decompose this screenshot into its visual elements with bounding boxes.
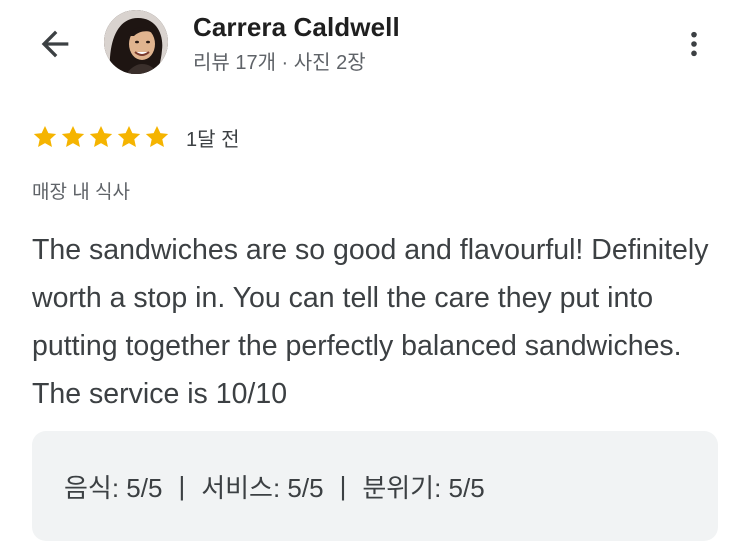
star-icon bbox=[61, 125, 85, 147]
arrow-back-icon bbox=[41, 30, 69, 58]
review-time: 1달 전 bbox=[186, 128, 240, 151]
more-vert-icon bbox=[691, 31, 697, 57]
star-icon bbox=[89, 125, 113, 147]
attribute-ratings: 음식: 5/5 | 서비스: 5/5 | 분위기: 5/5 bbox=[64, 468, 485, 505]
separator: | bbox=[339, 470, 347, 501]
reviewer-meta: 리뷰 17개 · 사진 2장 bbox=[193, 52, 366, 74]
review-header: Carrera Caldwell 리뷰 17개 · 사진 2장 bbox=[0, 0, 750, 90]
more-options-button[interactable] bbox=[678, 22, 710, 66]
star-rating bbox=[32, 124, 170, 150]
rating-row: 1달 전 bbox=[32, 121, 239, 153]
star-icon bbox=[33, 125, 57, 147]
food-rating: 음식: 5/5 bbox=[64, 472, 163, 503]
star-icon bbox=[145, 125, 169, 147]
star-icon bbox=[117, 125, 141, 147]
service-rating: 서비스: 5/5 bbox=[201, 472, 324, 503]
attribute-ratings-box: 음식: 5/5 | 서비스: 5/5 | 분위기: 5/5 bbox=[32, 431, 718, 541]
reviewer-photo bbox=[104, 10, 168, 74]
reviewer-name[interactable]: Carrera Caldwell bbox=[193, 12, 400, 43]
avatar[interactable] bbox=[104, 10, 168, 74]
back-button[interactable] bbox=[30, 22, 80, 66]
review-text: The sandwiches are so good and flavourfu… bbox=[32, 234, 709, 410]
separator: | bbox=[178, 470, 186, 501]
dine-type-label: 매장 내 식사 bbox=[32, 182, 130, 203]
atmosphere-rating: 분위기: 5/5 bbox=[362, 472, 485, 503]
